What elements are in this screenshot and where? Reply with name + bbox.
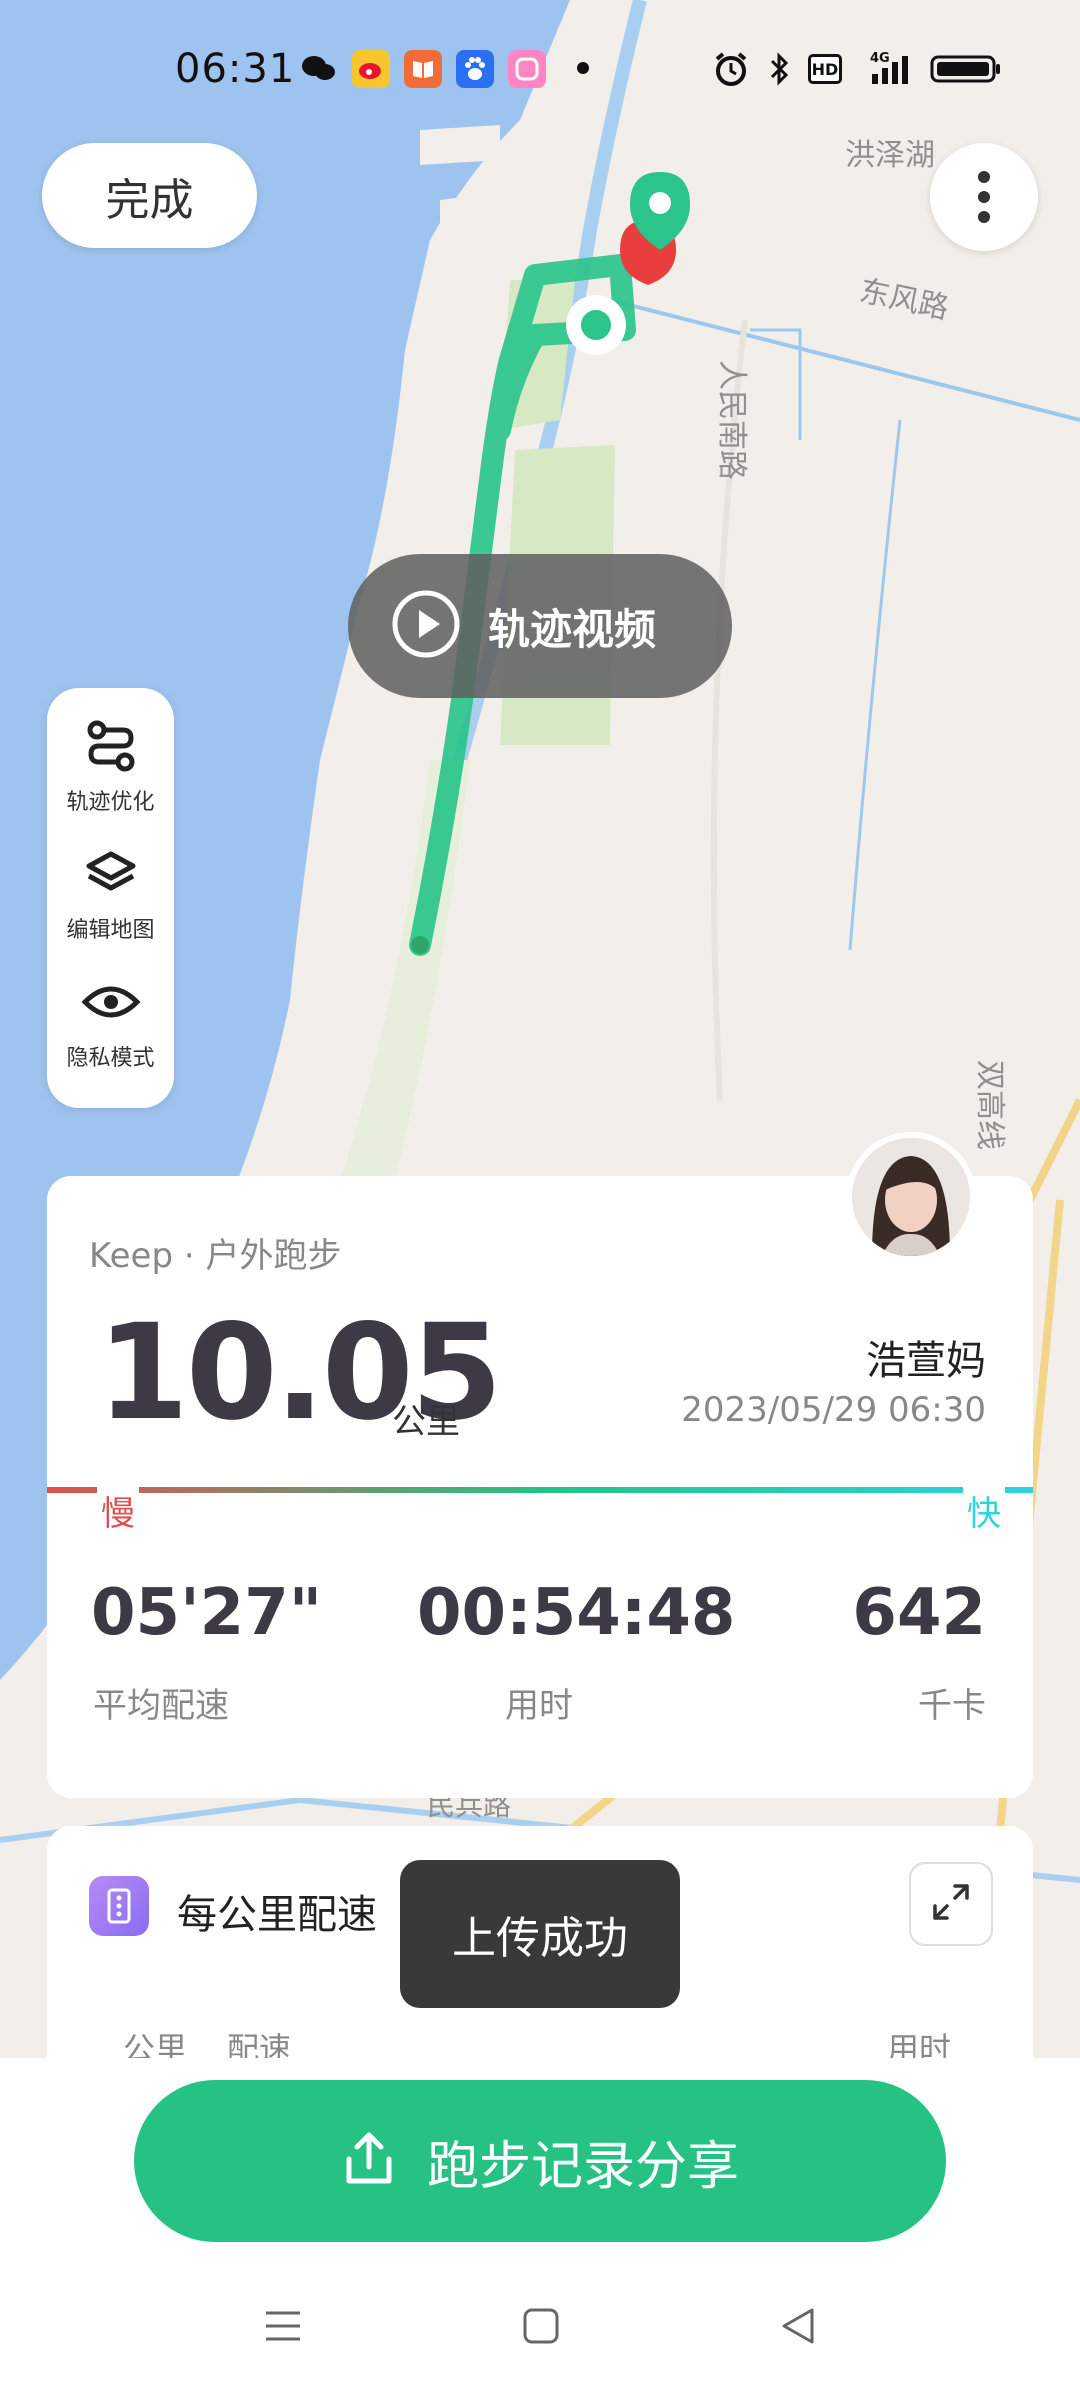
share-run-button[interactable]: 跑步记录分享 [134,2080,946,2242]
track-video-label: 轨迹视频 [488,604,657,654]
svg-text:人民南路: 人民南路 [714,360,749,480]
calories-value: 642 [852,1576,986,1650]
calories-label: 千卡 [918,1686,986,1726]
status-bar: 06:31 HD 4G [0,0,1080,140]
fast-label: 快 [963,1486,1005,1535]
battery-icon [930,50,1002,88]
start-pin-icon[interactable] [566,295,626,355]
slow-label: 慢 [97,1486,139,1535]
privacy-mode-button[interactable]: 隐私模式 [47,974,174,1072]
avg-pace-label: 平均配速 [93,1686,229,1726]
wechat-icon [300,50,338,88]
track-video-button[interactable]: 轨迹视频 [348,554,732,698]
edit-map-label: 编辑地图 [66,918,155,943]
edit-map-button[interactable]: 编辑地图 [47,846,174,944]
route-icon [83,718,139,778]
share-upload-icon [341,2129,397,2193]
expand-button[interactable] [909,1862,993,1946]
alarm-icon [712,50,750,88]
upload-success-toast: 上传成功 [400,1860,680,2008]
baidu-icon [456,50,494,88]
hd-icon: HD [808,54,842,84]
pace-title: 每公里配速 [177,1892,377,1938]
duration-value: 00:54:48 [417,1576,736,1650]
status-time: 06:31 [175,46,296,92]
duration-label: 用时 [505,1686,573,1726]
pace-gradient-bar [47,1487,1033,1493]
route-start-dot [411,936,429,954]
activity-source: Keep · 户外跑步 [89,1236,342,1276]
done-button[interactable]: 完成 [42,143,257,248]
map-label-vertical: 人民南路 [714,360,749,480]
pace-icon [89,1876,149,1936]
distance-unit: 公里 [392,1402,460,1442]
user-name: 浩萱妈 [866,1338,986,1384]
eye-icon [80,974,141,1034]
route-optimize-label: 轨迹优化 [66,790,155,815]
layers-icon [83,846,139,906]
app-icon [508,50,546,88]
more-vertical-icon[interactable] [930,143,1038,251]
play-icon [390,588,462,664]
weibo-icon [352,50,390,88]
network-label: 4G [870,51,890,66]
run-summary-card: Keep · 户外跑步 10.05 公里 浩萱妈 2023/05/29 06:3… [47,1176,1033,1798]
map-label: 洪泽湖 [845,138,935,173]
home-icon[interactable] [520,2305,562,2351]
avg-pace-value: 05'27" [91,1576,323,1650]
map-tool-panel: 轨迹优化 编辑地图 隐私模式 [47,688,174,1108]
signal-icon: 4G [858,50,918,88]
svg-text:双高线: 双高线 [972,1060,1007,1150]
route-optimize-button[interactable]: 轨迹优化 [47,718,174,816]
bluetooth-icon [760,50,798,88]
share-run-label: 跑步记录分享 [426,2136,739,2197]
privacy-mode-label: 隐私模式 [66,1046,155,1071]
notification-dot [577,62,589,74]
avatar[interactable] [846,1132,976,1262]
back-icon[interactable] [778,2305,820,2351]
expand-icon [929,1880,973,1928]
run-datetime: 2023/05/29 06:30 [681,1390,986,1430]
map-label-vertical: 双高线 [972,1060,1007,1150]
reader-icon [404,50,442,88]
menu-icon[interactable] [262,2305,304,2351]
